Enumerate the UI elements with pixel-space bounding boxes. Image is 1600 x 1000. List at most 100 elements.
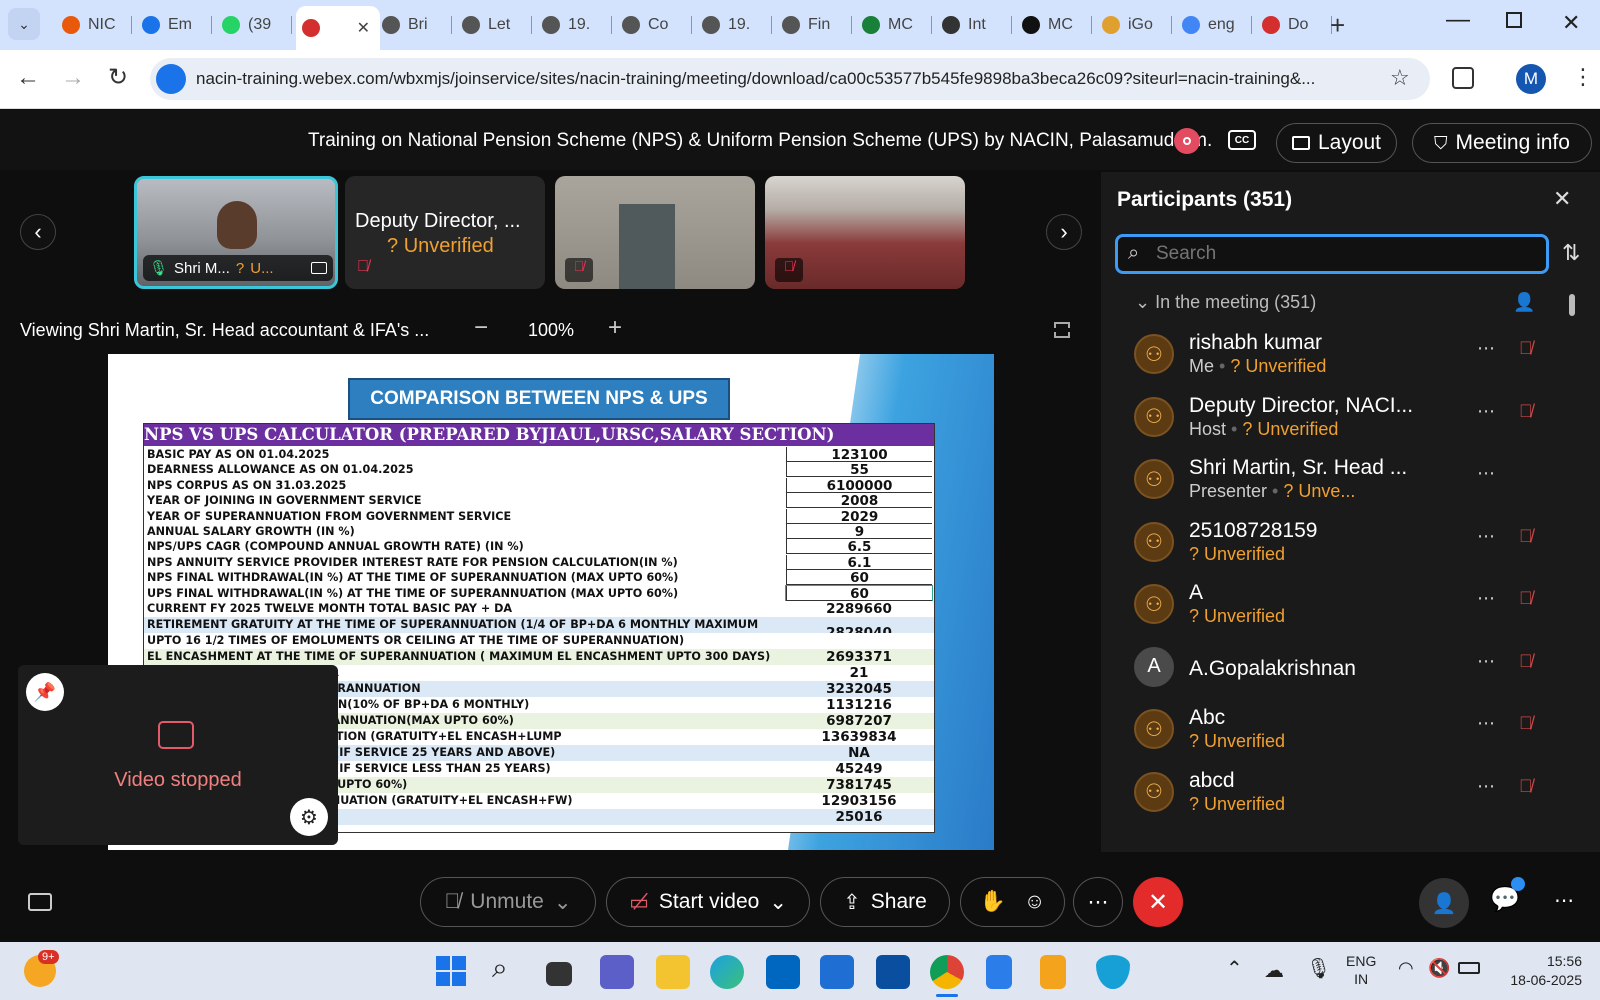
- muted-mic-icon[interactable]: 🎙̸: [1519, 713, 1533, 734]
- profile-avatar[interactable]: M: [1516, 64, 1546, 94]
- site-info-icon[interactable]: [156, 64, 186, 94]
- layout-button[interactable]: Layout: [1276, 123, 1397, 163]
- participant-more-icon[interactable]: ⋯: [1477, 776, 1495, 797]
- self-view-settings-icon[interactable]: ⚙: [290, 798, 328, 836]
- browser-tab[interactable]: eng: [1176, 8, 1252, 42]
- start-video-button[interactable]: ▭̸ Start video ⌄: [606, 877, 810, 927]
- chevron-down-icon[interactable]: ⌄: [554, 890, 572, 915]
- more-options-button[interactable]: ⋯: [1073, 877, 1123, 927]
- recording-icon[interactable]: [1174, 128, 1200, 154]
- app-icon[interactable]: [876, 955, 910, 989]
- muted-mic-icon[interactable]: 🎙̸: [1519, 401, 1533, 422]
- volume-muted-icon[interactable]: 🔇: [1428, 958, 1450, 979]
- chrome-icon[interactable]: [930, 955, 964, 989]
- chevron-down-icon[interactable]: ⌄: [769, 890, 787, 915]
- browser-tab[interactable]: 19.: [696, 8, 772, 42]
- zoom-out-button[interactable]: −: [474, 314, 488, 342]
- forward-arrow-icon[interactable]: →: [61, 64, 85, 92]
- close-window-button[interactable]: ✕: [1562, 10, 1580, 36]
- participant-row[interactable]: A A.Gopalakrishnan ⋯ 🎙̸: [1101, 639, 1581, 701]
- participants-toggle-button[interactable]: 👤: [1419, 878, 1469, 928]
- browser-tab[interactable]: Let: [456, 8, 532, 42]
- participant-more-icon[interactable]: ⋯: [1477, 338, 1495, 359]
- fullscreen-icon[interactable]: [1054, 322, 1070, 338]
- more-panels-icon[interactable]: ⋯: [1554, 888, 1574, 913]
- participant-row[interactable]: ⚇ rishabh kumar Me • ? Unverified ⋯ 🎙̸: [1101, 326, 1581, 388]
- zoom-in-button[interactable]: +: [608, 314, 622, 342]
- emoji-reaction-icon[interactable]: ☺: [1024, 890, 1045, 914]
- browser-tab[interactable]: iGo: [1096, 8, 1172, 42]
- browser-tab[interactable]: Em: [136, 8, 212, 42]
- reload-icon[interactable]: ↻: [108, 63, 128, 92]
- muted-mic-icon[interactable]: 🎙̸: [1519, 588, 1533, 609]
- start-button[interactable]: [436, 956, 466, 986]
- tray-overflow-icon[interactable]: ⌃: [1226, 956, 1243, 981]
- participant-more-icon[interactable]: ⋯: [1477, 401, 1495, 422]
- teams-icon[interactable]: [600, 955, 634, 989]
- taskbar-search-icon[interactable]: ⌕: [492, 952, 508, 985]
- participant-row[interactable]: ⚇ Abc? Unverified ⋯ 🎙̸: [1101, 701, 1581, 763]
- participant-more-icon[interactable]: ⋯: [1477, 463, 1495, 484]
- thumbnail-auditorium[interactable]: 🎙̸: [765, 176, 965, 289]
- extensions-icon[interactable]: [1452, 67, 1474, 89]
- new-tab-button[interactable]: +: [1330, 10, 1345, 41]
- closed-captions-icon[interactable]: CC: [1228, 130, 1256, 150]
- captions-toggle-icon[interactable]: [28, 893, 52, 911]
- browser-tab[interactable]: 19.: [536, 8, 612, 42]
- participant-more-icon[interactable]: ⋯: [1477, 526, 1495, 547]
- browser-tab[interactable]: Bri: [376, 8, 452, 42]
- onedrive-icon[interactable]: ☁: [1264, 958, 1284, 983]
- participant-row[interactable]: ⚇ abcd? Unverified ⋯ 🎙̸: [1101, 764, 1581, 826]
- close-panel-icon[interactable]: ✕: [1553, 186, 1571, 212]
- meeting-info-button[interactable]: ⛉ Meeting info: [1412, 123, 1592, 163]
- language-indicator[interactable]: ENG IN: [1346, 952, 1376, 988]
- thumbnail-deputy-director[interactable]: Deputy Director, ... ? Unverified 🎙̸: [345, 176, 545, 289]
- store-icon[interactable]: [766, 955, 800, 989]
- participant-search-input[interactable]: [1156, 240, 1536, 268]
- participant-row[interactable]: ⚇ Shri Martin, Sr. Head ... Presenter • ? …: [1101, 451, 1581, 513]
- participant-row[interactable]: ⚇ A? Unverified ⋯ 🎙̸: [1101, 576, 1581, 638]
- pin-icon[interactable]: 📌: [26, 673, 64, 711]
- wifi-icon[interactable]: ◠: [1398, 958, 1414, 979]
- share-button[interactable]: ⇪ Share: [820, 877, 950, 927]
- browser-tab[interactable]: Co: [616, 8, 692, 42]
- raise-hand-icon[interactable]: ✋: [980, 890, 1006, 914]
- participant-more-icon[interactable]: ⋯: [1477, 713, 1495, 734]
- minimize-window-button[interactable]: —: [1446, 6, 1470, 34]
- panel-scrollbar[interactable]: [1567, 284, 1577, 824]
- browser-tab[interactable]: Do: [1256, 8, 1332, 42]
- section-header[interactable]: ⌄ In the meeting (351): [1135, 292, 1316, 313]
- browser-menu-icon[interactable]: ⋮: [1572, 64, 1594, 90]
- people-add-icon[interactable]: 👤: [1513, 292, 1535, 313]
- restore-window-button[interactable]: [1506, 12, 1522, 28]
- sort-icon[interactable]: ⇅: [1562, 240, 1580, 266]
- browser-tab[interactable]: MC: [1016, 8, 1092, 42]
- leave-meeting-button[interactable]: ✕: [1133, 877, 1183, 927]
- address-bar[interactable]: nacin-training.webex.com/wbxmjs/joinserv…: [150, 58, 1430, 100]
- clock[interactable]: 15:56 18-06-2025: [1510, 952, 1582, 990]
- muted-mic-icon[interactable]: 🎙̸: [1519, 526, 1533, 547]
- thumbnail-room-camera[interactable]: 🎙̸: [555, 176, 755, 289]
- muted-mic-icon[interactable]: 🎙̸: [1519, 338, 1533, 359]
- tab-search-button[interactable]: ⌄: [8, 8, 40, 40]
- participant-row[interactable]: ⚇ 25108728159? Unverified ⋯ 🎙̸: [1101, 514, 1581, 576]
- filmstrip-next-button[interactable]: ›: [1046, 214, 1082, 250]
- muted-mic-icon[interactable]: 🎙̸: [1519, 776, 1533, 797]
- thumbnail-presenter[interactable]: 🎙 Shri M... ? U...: [134, 176, 338, 289]
- edge-icon[interactable]: [710, 955, 744, 989]
- myhp-icon[interactable]: [820, 955, 854, 989]
- browser-tab[interactable]: NIC: [56, 8, 132, 42]
- browser-tab[interactable]: ✕: [296, 6, 380, 50]
- browser-tab[interactable]: MC: [856, 8, 932, 42]
- browser-tab[interactable]: (39: [216, 8, 292, 42]
- close-tab-icon[interactable]: ✕: [357, 18, 370, 38]
- participant-row[interactable]: ⚇ Deputy Director, NACI... Host • ? Unveri…: [1101, 389, 1581, 451]
- browser-tab[interactable]: Fin: [776, 8, 852, 42]
- bookmark-star-icon[interactable]: ☆: [1390, 65, 1410, 91]
- browser-tab[interactable]: Int: [936, 8, 1012, 42]
- battery-icon[interactable]: [1458, 962, 1480, 974]
- microphone-tray-icon[interactable]: 🎙: [1306, 956, 1331, 981]
- docs-icon[interactable]: [986, 955, 1012, 989]
- back-arrow-icon[interactable]: ←: [16, 64, 40, 92]
- slides-icon[interactable]: [1040, 955, 1066, 989]
